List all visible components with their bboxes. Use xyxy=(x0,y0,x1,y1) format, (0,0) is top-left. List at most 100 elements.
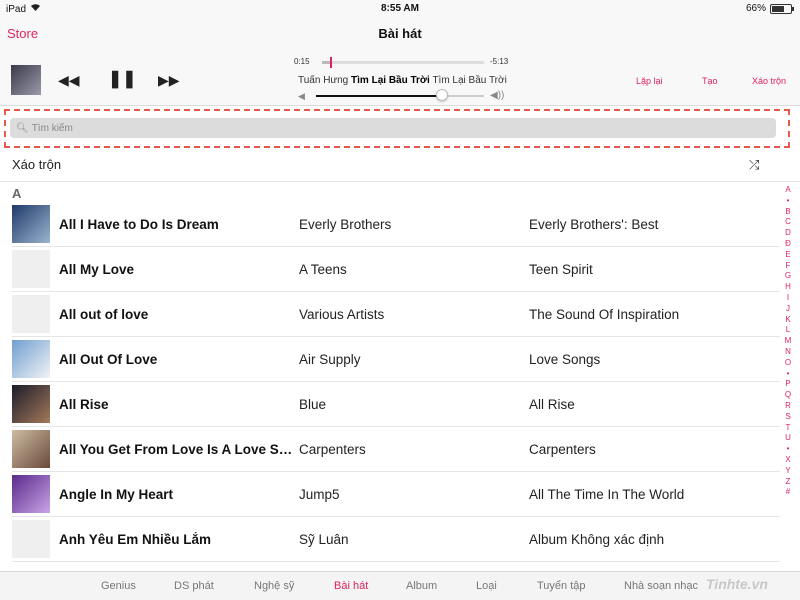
alphabet-index-item[interactable]: T xyxy=(782,423,794,434)
album-artwork xyxy=(12,295,50,333)
search-placeholder: Tìm kiếm xyxy=(31,122,73,134)
progress-fill xyxy=(322,61,331,64)
song-row[interactable]: Anh Yêu Em Nhiều Lắm Sỹ Luân Album Không x… xyxy=(0,517,780,562)
page-title: Bài hát xyxy=(378,26,422,41)
alphabet-index-item[interactable]: O xyxy=(782,358,794,369)
alphabet-index-item[interactable]: I xyxy=(782,293,794,304)
alphabet-index-item[interactable]: # xyxy=(782,487,794,498)
song-title: All Out Of Love xyxy=(59,352,158,367)
alphabet-index-item[interactable]: J xyxy=(782,304,794,315)
song-row[interactable]: All Rise Blue All Rise xyxy=(0,382,780,427)
alphabet-index-item[interactable]: C xyxy=(782,217,794,228)
now-playing-artwork[interactable] xyxy=(11,65,41,95)
album-artwork xyxy=(12,385,50,423)
alphabet-index-item[interactable]: N xyxy=(782,347,794,358)
alphabet-index-item[interactable]: F xyxy=(782,261,794,272)
battery-percent: 66% xyxy=(745,3,766,14)
battery-icon xyxy=(770,3,794,14)
song-row[interactable]: All You Get From Love Is A Love Song Carp… xyxy=(0,427,780,472)
song-artist: Various Artists xyxy=(299,307,385,322)
alphabet-index-item[interactable]: Z xyxy=(782,477,794,488)
tab-3[interactable]: Bài hát xyxy=(334,580,368,592)
song-artist: Air Supply xyxy=(299,352,361,367)
tab-1[interactable]: DS phát xyxy=(174,580,214,592)
alphabet-index-item[interactable]: B xyxy=(782,207,794,218)
alphabet-index-item[interactable]: X xyxy=(782,455,794,466)
tab-4[interactable]: Album xyxy=(406,580,437,592)
volume-high-icon: ◀)) xyxy=(490,90,505,101)
section-header: A xyxy=(12,186,22,201)
progress-scrubber[interactable] xyxy=(322,57,484,68)
now-playing-artist: Tuấn Hưng xyxy=(298,75,349,86)
now-playing-panel: ◀◀ ❚❚ ▶▶ 0:15 -5:13 Tuấn Hưng Tìm Lại Bầ… xyxy=(0,48,800,106)
search-highlight: 🔍︎ Tìm kiếm xyxy=(4,109,790,148)
album-artwork xyxy=(12,520,50,558)
alphabet-index-item[interactable]: • xyxy=(782,444,794,455)
shuffle-all-row[interactable]: Xáo trộn ⤮ xyxy=(0,152,800,182)
song-row[interactable]: All Out Of Love Air Supply Love Songs xyxy=(0,337,780,382)
rewind-icon[interactable]: ◀◀ xyxy=(58,72,80,89)
search-icon: 🔍︎ xyxy=(16,122,29,134)
shuffle-button[interactable]: Xáo trộn xyxy=(752,76,786,86)
volume-fill xyxy=(316,95,442,97)
album-artwork xyxy=(12,475,50,513)
tab-2[interactable]: Nghệ sỹ xyxy=(254,580,294,592)
fast-forward-icon[interactable]: ▶▶ xyxy=(158,72,180,89)
alphabet-index-item[interactable]: Q xyxy=(782,390,794,401)
alphabet-index-item[interactable]: K xyxy=(782,315,794,326)
alphabet-index-item[interactable]: • xyxy=(782,369,794,380)
song-title: All out of love xyxy=(59,307,149,322)
song-artist: A Teens xyxy=(299,262,347,277)
status-bar: iPad 8:55 AM 66% xyxy=(0,0,800,18)
navigation-bar: Store Bài hát xyxy=(0,18,800,48)
search-input[interactable]: 🔍︎ Tìm kiếm xyxy=(10,118,776,138)
pause-icon[interactable]: ❚❚ xyxy=(108,69,137,89)
alphabet-index-item[interactable]: R xyxy=(782,401,794,412)
song-album: Everly Brothers': Best xyxy=(529,217,659,232)
alphabet-index-item[interactable]: A xyxy=(782,185,794,196)
now-playing-song: Tìm Lại Bầu Trời xyxy=(351,75,430,86)
alphabet-index-item[interactable]: • xyxy=(782,196,794,207)
tab-6[interactable]: Tuyển tập xyxy=(537,580,586,592)
song-title: Anh Yêu Em Nhiều Lắm xyxy=(59,532,212,547)
song-row[interactable]: All I Have to Do Is Dream Everly Brothers… xyxy=(0,202,780,247)
alphabet-index-item[interactable]: Y xyxy=(782,466,794,477)
song-artist: Everly Brothers xyxy=(299,217,392,232)
clock: 8:55 AM xyxy=(381,3,419,14)
song-row[interactable]: Angle In My Heart Jump5 All The Time In Th… xyxy=(0,472,780,517)
alphabet-index-item[interactable]: Đ xyxy=(782,239,794,250)
song-album: The Sound Of Inspiration xyxy=(529,307,680,322)
alphabet-index-item[interactable]: S xyxy=(782,412,794,423)
alphabet-index-item[interactable]: D xyxy=(782,228,794,239)
repeat-button[interactable]: Lặp lại xyxy=(636,76,663,86)
song-artist: Sỹ Luân xyxy=(299,532,349,547)
shuffle-all-label: Xáo trộn xyxy=(12,157,62,172)
alphabet-index-item[interactable]: L xyxy=(782,325,794,336)
create-button[interactable]: Tạo xyxy=(702,76,718,86)
progress-playhead[interactable] xyxy=(330,57,333,68)
song-album: All The Time In The World xyxy=(529,487,685,502)
watermark: Tinhte.vn xyxy=(706,576,768,592)
song-row[interactable]: All out of love Various Artists The Sound … xyxy=(0,292,780,337)
alphabet-index-item[interactable]: M xyxy=(782,336,794,347)
alphabet-index[interactable]: A • B C D Đ E F G H I J K L M N O • P Q R S T U • X Y Z # xyxy=(782,185,794,498)
tab-7[interactable]: Nhà soạn nhạc xyxy=(624,580,698,592)
alphabet-index-item[interactable]: U xyxy=(782,433,794,444)
alphabet-index-item[interactable]: H xyxy=(782,282,794,293)
alphabet-index-item[interactable]: P xyxy=(782,379,794,390)
song-title: All You Get From Love Is A Love Song xyxy=(59,442,295,457)
album-artwork xyxy=(12,340,50,378)
song-row[interactable]: All My Love A Teens Teen Spirit xyxy=(0,247,780,292)
song-album: All Rise xyxy=(529,397,575,412)
tab-5[interactable]: Loại xyxy=(476,580,497,592)
song-title: All I Have to Do Is Dream xyxy=(59,217,219,232)
alphabet-index-item[interactable]: G xyxy=(782,271,794,282)
tab-0[interactable]: Genius xyxy=(101,580,136,592)
alphabet-index-item[interactable]: E xyxy=(782,250,794,261)
volume-low-icon: ◀ xyxy=(298,91,305,101)
remaining-time: -5:13 xyxy=(490,57,509,66)
song-title: Angle In My Heart xyxy=(59,487,174,502)
volume-slider[interactable] xyxy=(316,89,484,101)
volume-knob[interactable] xyxy=(436,89,448,101)
shuffle-icon: ⤮ xyxy=(749,157,760,172)
